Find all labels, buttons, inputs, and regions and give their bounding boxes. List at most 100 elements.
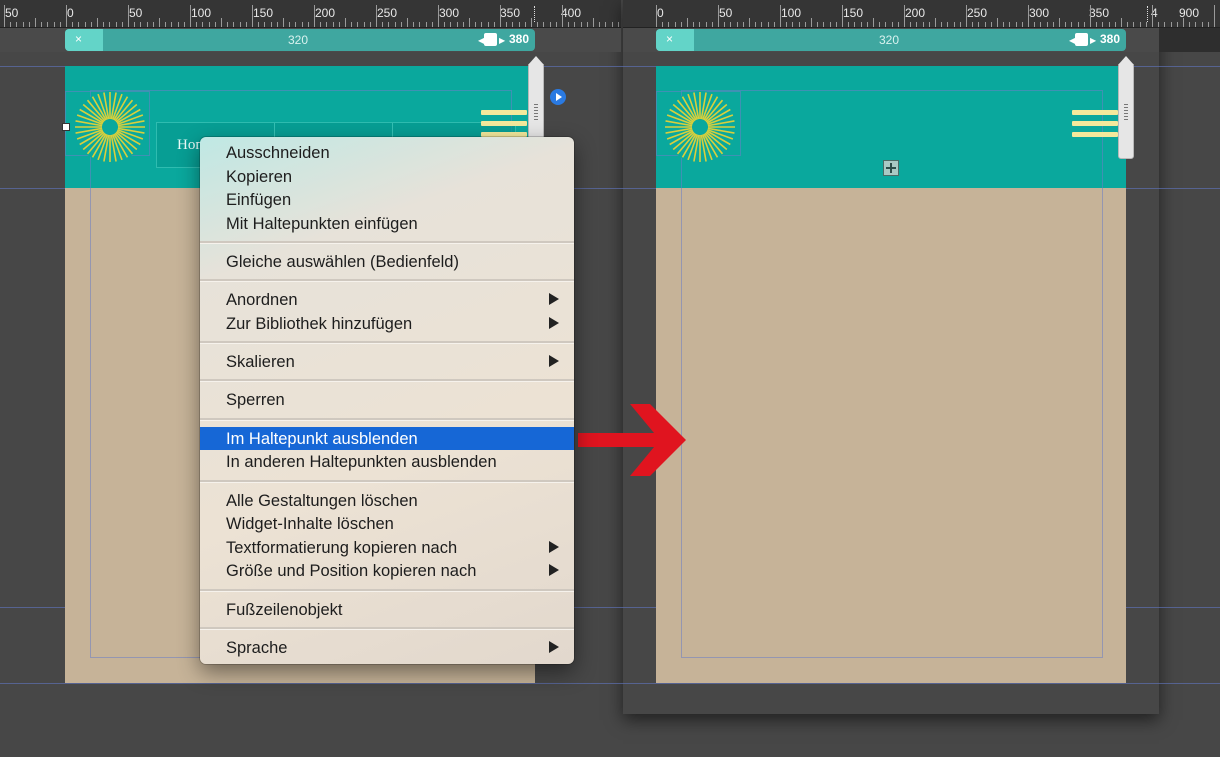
menu-separator bbox=[200, 279, 574, 282]
ruler-tick bbox=[438, 5, 439, 27]
ruler-tick bbox=[761, 22, 763, 27]
breakpoint-knob[interactable] bbox=[484, 33, 497, 46]
ruler-tick bbox=[264, 22, 266, 27]
ruler-tick bbox=[500, 5, 501, 27]
submenu-arrow-icon bbox=[549, 317, 559, 329]
menu-item-lock[interactable]: Sperren bbox=[200, 388, 574, 411]
preview-play-icon[interactable] bbox=[550, 89, 566, 105]
ruler-tick bbox=[811, 18, 812, 27]
ruler-tick bbox=[128, 5, 129, 27]
menu-item-hide-in-other-breakpoints[interactable]: In anderen Haltepunkten ausblenden bbox=[200, 450, 574, 473]
add-item-icon[interactable] bbox=[883, 160, 899, 176]
ruler-tick bbox=[419, 22, 421, 27]
ruler-tick bbox=[705, 22, 707, 27]
menu-item-scale[interactable]: Skalieren bbox=[200, 350, 574, 373]
ruler-tick bbox=[221, 18, 222, 27]
ruler-tick bbox=[662, 22, 664, 27]
menu-item-copy[interactable]: Kopieren bbox=[200, 165, 574, 188]
menu-item-hide-in-breakpoint[interactable]: Im Haltepunkt ausblenden bbox=[200, 427, 574, 450]
menu-item-arrange[interactable]: Anordnen bbox=[200, 288, 574, 311]
ruler-tick bbox=[524, 22, 526, 27]
ruler-tick bbox=[537, 22, 539, 27]
ruler-tick bbox=[1176, 22, 1178, 27]
ruler-tick bbox=[916, 22, 918, 27]
ruler-tick bbox=[1034, 22, 1036, 27]
breakpoint-pill-lead bbox=[656, 29, 694, 51]
ruler-tick bbox=[1108, 22, 1110, 27]
menu-item-paste[interactable]: Einfügen bbox=[200, 188, 574, 211]
menu-item-select-same[interactable]: Gleiche auswählen (Bedienfeld) bbox=[200, 250, 574, 273]
ruler-tick bbox=[369, 22, 371, 27]
ruler-label: 250 bbox=[377, 6, 398, 20]
ruler-tick bbox=[562, 5, 563, 27]
ruler-tick bbox=[873, 18, 874, 27]
ruler-tick bbox=[736, 22, 738, 27]
resize-handle-icon[interactable] bbox=[1118, 56, 1134, 159]
menu-item-add-to-library[interactable]: Zur Bibliothek hinzufügen bbox=[200, 312, 574, 335]
ruler-tick bbox=[1040, 22, 1042, 27]
ruler-tick bbox=[1195, 22, 1197, 27]
selection-handle[interactable] bbox=[62, 123, 70, 131]
ruler-tick bbox=[798, 22, 800, 27]
ruler-tick bbox=[90, 22, 92, 27]
ruler-tick bbox=[208, 22, 210, 27]
ruler-tick bbox=[1090, 5, 1091, 27]
ruler-tick bbox=[953, 22, 955, 27]
ruler-label: 50 bbox=[5, 6, 19, 20]
menu-item-clear-widget-content[interactable]: Widget-Inhalte löschen bbox=[200, 512, 574, 535]
ruler-tick bbox=[848, 22, 850, 27]
ruler-tick bbox=[84, 22, 86, 27]
ruler-tick bbox=[959, 22, 961, 27]
ruler-label: 100 bbox=[781, 6, 802, 20]
menu-item-cut[interactable]: Ausschneiden bbox=[200, 141, 574, 164]
ruler-tick bbox=[41, 22, 43, 27]
ruler-tick bbox=[730, 22, 732, 27]
ruler-tick bbox=[1145, 22, 1147, 27]
ruler-tick bbox=[307, 22, 309, 27]
ruler-tick bbox=[469, 18, 470, 27]
ruler-tick bbox=[177, 22, 179, 27]
menu-item-footer-object[interactable]: Fußzeilenobjekt bbox=[200, 598, 574, 621]
ruler-tick bbox=[1201, 22, 1203, 27]
breakpoint-pill-right[interactable]: × 320 ◀ ▶ 380 bbox=[656, 29, 1126, 51]
chevron-right-icon: ▶ bbox=[1090, 36, 1097, 45]
right-ruler: 0 50 100 150 200 250 300 350 4 900 bbox=[623, 0, 1220, 28]
ruler-tick bbox=[376, 5, 377, 27]
ruler-tick bbox=[749, 18, 750, 27]
ruler-tick bbox=[1207, 22, 1209, 27]
menu-item-paste-with-breakpoints[interactable]: Mit Haltepunkten einfügen bbox=[200, 212, 574, 235]
ruler-tick bbox=[611, 22, 613, 27]
ruler-tick bbox=[897, 22, 899, 27]
ruler-tick bbox=[586, 22, 588, 27]
menu-item-language[interactable]: Sprache bbox=[200, 636, 574, 659]
ruler-tick bbox=[314, 5, 315, 27]
submenu-arrow-icon bbox=[549, 564, 559, 576]
menu-item-copy-text-format[interactable]: Textformatierung kopieren nach bbox=[200, 536, 574, 559]
sunburst-logo-icon[interactable] bbox=[73, 90, 147, 164]
ruler-tick bbox=[407, 18, 408, 27]
ruler-tick bbox=[233, 22, 235, 27]
menu-item-copy-size-position[interactable]: Größe und Position kopieren nach bbox=[200, 559, 574, 582]
ruler-tick bbox=[885, 22, 887, 27]
ruler-label: 400 bbox=[561, 6, 582, 20]
ruler-tick bbox=[699, 22, 701, 27]
ruler-tick bbox=[792, 22, 794, 27]
menu-separator bbox=[200, 418, 574, 421]
ruler-tick bbox=[817, 22, 819, 27]
menu-item-clear-styles[interactable]: Alle Gestaltungen löschen bbox=[200, 489, 574, 512]
ruler-tick bbox=[332, 22, 334, 27]
ruler-label: 150 bbox=[253, 6, 274, 20]
ruler-tick bbox=[78, 22, 80, 27]
ruler-tick bbox=[518, 22, 520, 27]
ruler-tick bbox=[481, 22, 483, 27]
ruler-tick bbox=[580, 22, 582, 27]
breakpoint-pill-left[interactable]: × 320 ◀ ▶ 380 bbox=[65, 29, 535, 51]
ruler-tick bbox=[1065, 22, 1067, 27]
close-icon[interactable]: × bbox=[666, 32, 673, 46]
close-icon[interactable]: × bbox=[75, 32, 82, 46]
ruler-tick bbox=[258, 22, 260, 27]
breakpoint-knob[interactable] bbox=[1075, 33, 1088, 46]
ruler-tick bbox=[910, 22, 912, 27]
sunburst-logo-icon[interactable] bbox=[663, 90, 737, 164]
ruler-tick bbox=[171, 22, 173, 27]
